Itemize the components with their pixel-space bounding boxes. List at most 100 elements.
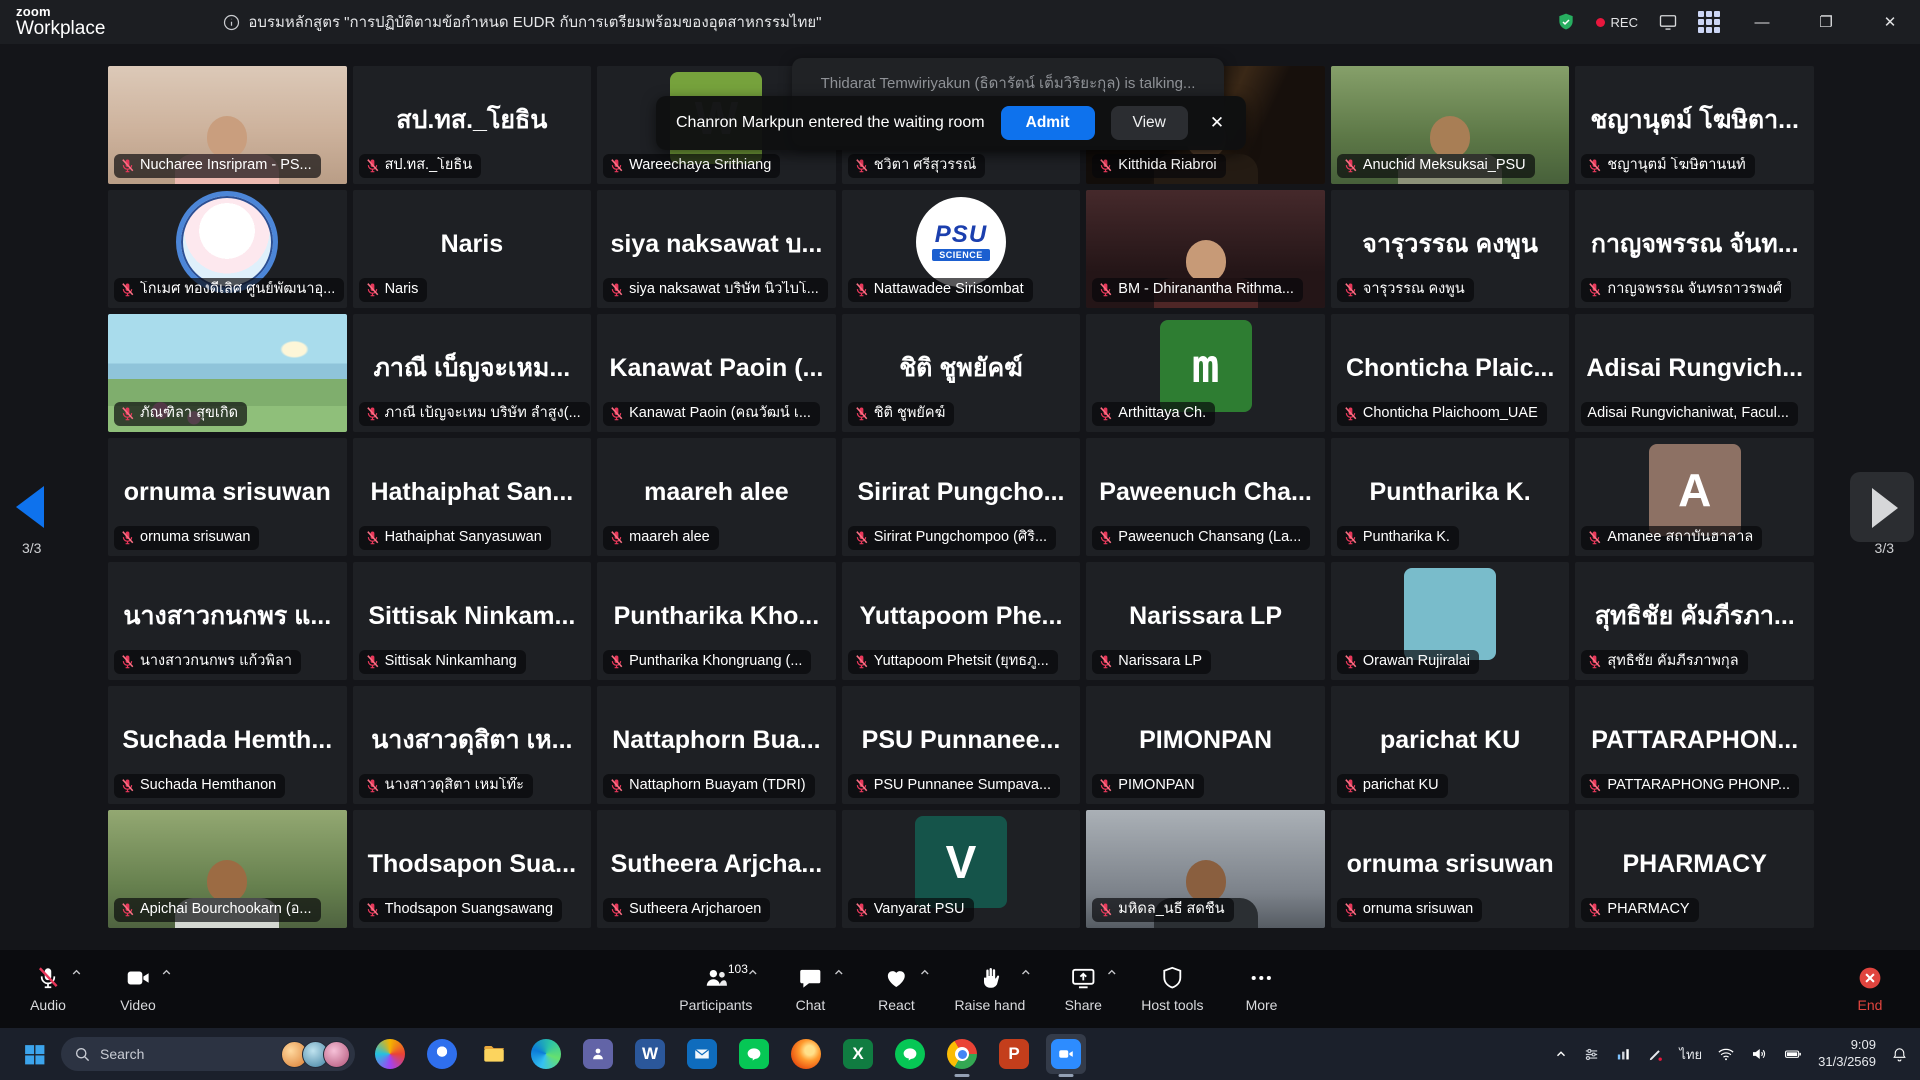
participant-tile[interactable]: ภาณี เบ็ญจะเหม...ภาณี เบ็ญจะเหม บริษัท ล… bbox=[353, 314, 592, 432]
participant-tile[interactable]: สุทธิชัย คัมภีรภา...สุทธิชัย คัมภีรภาพกุ… bbox=[1575, 562, 1814, 680]
performance-chart-icon[interactable] bbox=[1615, 1046, 1632, 1063]
participant-tile[interactable]: สป.ทส._โยธินสป.ทส._โยธิน bbox=[353, 66, 592, 184]
participant-tile[interactable]: Nattaphorn Bua...Nattaphorn Buayam (TDRI… bbox=[597, 686, 836, 804]
participant-tile[interactable]: parichat KUparichat KU bbox=[1331, 686, 1570, 804]
participant-tile[interactable]: PATTARAPHON...PATTARAPHONG PHONP... bbox=[1575, 686, 1814, 804]
participant-tile[interactable]: Adisai Rungvich...Adisai Rungvichaniwat,… bbox=[1575, 314, 1814, 432]
toolbar-audio-button[interactable]: Audio bbox=[20, 965, 76, 1013]
participant-tile[interactable]: กาญจพรรณ จันท...กาญจพรรณ จันทรถาวรพงศ์ bbox=[1575, 190, 1814, 308]
connected-devices-icon[interactable] bbox=[1658, 12, 1678, 32]
taskbar-app-line[interactable] bbox=[734, 1034, 774, 1074]
participant-tile[interactable]: ชญานุตม์ โฆษิตา...ชญานุตม์ โฆษิตานนท์ bbox=[1575, 66, 1814, 184]
participant-tile[interactable]: Anuchid Meksuksai_PSU bbox=[1331, 66, 1570, 184]
participant-tile[interactable]: NarisNaris bbox=[353, 190, 592, 308]
participant-tile[interactable]: PSU Punnanee...PSU Punnanee Sumpava... bbox=[842, 686, 1081, 804]
participant-tile[interactable]: ornuma srisuwanornuma srisuwan bbox=[1331, 810, 1570, 928]
participant-tile[interactable]: ornuma srisuwanornuma srisuwan bbox=[108, 438, 347, 556]
participant-tile[interactable]: Chonticha Plaic...Chonticha Plaichoom_UA… bbox=[1331, 314, 1570, 432]
participant-tile[interactable]: Kanawat Paoin (...Kanawat Paoin (คณวัฒน์… bbox=[597, 314, 836, 432]
chevron-up-icon[interactable] bbox=[833, 967, 844, 978]
toolbar-participants-button[interactable]: 103Participants bbox=[679, 965, 752, 1013]
notification-bell-icon[interactable] bbox=[1891, 1046, 1908, 1063]
participant-tile[interactable]: maareh aleemaareh alee bbox=[597, 438, 836, 556]
taskbar-app-powerpoint[interactable]: P bbox=[994, 1034, 1034, 1074]
taskbar-app-person-blue[interactable] bbox=[422, 1034, 462, 1074]
chevron-up-icon[interactable] bbox=[747, 967, 758, 978]
chevron-up-icon[interactable] bbox=[1106, 967, 1117, 978]
wifi-icon[interactable] bbox=[1717, 1045, 1735, 1063]
close-button[interactable]: ✕ bbox=[1868, 0, 1912, 44]
apps-grid-icon[interactable] bbox=[1698, 11, 1720, 33]
taskbar-app-word[interactable]: W bbox=[630, 1034, 670, 1074]
participant-tile[interactable]: มหิดล_นธี สดชื่น bbox=[1086, 810, 1325, 928]
minimize-button[interactable]: — bbox=[1740, 0, 1784, 44]
participant-tile[interactable]: นางสาวดุสิตา เห...นางสาวดุสิตา เหมโท๊ะ bbox=[353, 686, 592, 804]
participant-tile[interactable]: Sittisak Ninkam...Sittisak Ninkamhang bbox=[353, 562, 592, 680]
participant-tile[interactable]: Orawan Rujiralai bbox=[1331, 562, 1570, 680]
participant-tile[interactable]: Nucharee Insripram - PS... bbox=[108, 66, 347, 184]
participant-tile[interactable]: ชิติ ชูพยัคฆ์ชิติ ชูพยัคฆ์ bbox=[842, 314, 1081, 432]
participant-tile[interactable]: Yuttapoom Phe...Yuttapoom Phetsit (ยุทธภ… bbox=[842, 562, 1081, 680]
taskbar-app-firefox[interactable] bbox=[786, 1034, 826, 1074]
participant-tile[interactable]: BM - Dhiranantha Rithma... bbox=[1086, 190, 1325, 308]
participant-tile[interactable]: ภัณฑิลา สุขเกิด bbox=[108, 314, 347, 432]
taskbar-app-outlook[interactable] bbox=[682, 1034, 722, 1074]
participant-tile[interactable]: AAmanee สถาบันฮาลาล bbox=[1575, 438, 1814, 556]
participant-tile[interactable]: Puntharika Kho...Puntharika Khongruang (… bbox=[597, 562, 836, 680]
toast-close-icon[interactable]: ✕ bbox=[1204, 109, 1230, 137]
hidden-icons-chevron[interactable] bbox=[1554, 1047, 1568, 1061]
toolbar-raise-hand-button[interactable]: Raise hand bbox=[954, 965, 1025, 1013]
participant-tile[interactable]: VVanyarat PSU bbox=[842, 810, 1081, 928]
settings-sliders-icon[interactable] bbox=[1583, 1046, 1600, 1063]
participant-tile[interactable]: PIMONPANPIMONPAN bbox=[1086, 686, 1325, 804]
security-shield-icon[interactable] bbox=[1556, 12, 1576, 32]
toolbar-share-button[interactable]: Share bbox=[1055, 965, 1111, 1013]
taskbar-app-line-chat[interactable] bbox=[890, 1034, 930, 1074]
participant-tile[interactable]: Puntharika K.Puntharika K. bbox=[1331, 438, 1570, 556]
participant-tile[interactable]: Suchada Hemth...Suchada Hemthanon bbox=[108, 686, 347, 804]
volume-icon[interactable] bbox=[1750, 1045, 1768, 1063]
participant-tile[interactable]: PSUSCIENCENattawadee Sirisombat bbox=[842, 190, 1081, 308]
battery-icon[interactable] bbox=[1783, 1045, 1803, 1063]
taskbar-app-copilot[interactable] bbox=[370, 1034, 410, 1074]
chevron-up-icon[interactable] bbox=[71, 967, 82, 978]
participant-tile[interactable]: Narissara LPNarissara LP bbox=[1086, 562, 1325, 680]
toolbar-more-button[interactable]: More bbox=[1234, 965, 1290, 1013]
language-indicator[interactable]: ไทย bbox=[1679, 1044, 1702, 1065]
taskbar-app-edge[interactable] bbox=[526, 1034, 566, 1074]
participant-tile[interactable]: Thodsapon Sua...Thodsapon Suangsawang bbox=[353, 810, 592, 928]
participant-tile[interactable]: Paweenuch Cha...Paweenuch Chansang (La..… bbox=[1086, 438, 1325, 556]
taskbar-app-excel[interactable]: X bbox=[838, 1034, 878, 1074]
participant-tile[interactable]: Sirirat Pungcho...Sirirat Pungchompoo (ศ… bbox=[842, 438, 1081, 556]
participant-tile[interactable]: siya naksawat บ...siya naksawat บริษัท น… bbox=[597, 190, 836, 308]
taskbar-app-teams[interactable] bbox=[578, 1034, 618, 1074]
toolbar-end-button[interactable]: End bbox=[1842, 965, 1898, 1013]
chevron-up-icon[interactable] bbox=[1020, 967, 1031, 978]
participant-tile[interactable]: นางสาวกนกพร แ...นางสาวกนกพร แก้วพิลา bbox=[108, 562, 347, 680]
taskbar-app-file-explorer[interactable] bbox=[474, 1034, 514, 1074]
maximize-button[interactable]: ❐ bbox=[1804, 0, 1848, 44]
chevron-up-icon[interactable] bbox=[161, 967, 172, 978]
chevron-up-icon[interactable] bbox=[919, 967, 930, 978]
participant-tile[interactable]: โกเมศ ทองดีเลิศ ศูนย์พัฒนาอุ... bbox=[108, 190, 347, 308]
admit-button[interactable]: Admit bbox=[1001, 106, 1095, 140]
previous-page-arrow[interactable] bbox=[16, 486, 44, 528]
taskbar-clock[interactable]: 9:09 31/3/2569 bbox=[1818, 1037, 1876, 1071]
toolbar-chat-button[interactable]: Chat bbox=[782, 965, 838, 1013]
toolbar-video-button[interactable]: Video bbox=[110, 965, 166, 1013]
taskbar-app-zoom[interactable] bbox=[1046, 1034, 1086, 1074]
start-button[interactable] bbox=[22, 1042, 47, 1067]
taskbar-search[interactable]: Search bbox=[61, 1037, 355, 1071]
participant-tile[interactable]: mArthittaya Ch. bbox=[1086, 314, 1325, 432]
participant-tile[interactable]: Sutheera Arjcha...Sutheera Arjcharoen bbox=[597, 810, 836, 928]
taskbar-app-chrome[interactable] bbox=[942, 1034, 982, 1074]
toolbar-react-button[interactable]: React bbox=[868, 965, 924, 1013]
pen-input-icon[interactable] bbox=[1647, 1046, 1664, 1063]
toolbar-host-tools-button[interactable]: Host tools bbox=[1141, 965, 1203, 1013]
view-button[interactable]: View bbox=[1111, 106, 1188, 140]
participant-tile[interactable]: PHARMACYPHARMACY bbox=[1575, 810, 1814, 928]
participant-tile[interactable]: Apichai Bourchookarn (อ... bbox=[108, 810, 347, 928]
participant-tile[interactable]: Hathaiphat San...Hathaiphat Sanyasuwan bbox=[353, 438, 592, 556]
participant-tile[interactable]: จารุวรรณ คงพูนจารุวรรณ คงพูน bbox=[1331, 190, 1570, 308]
next-page-arrow[interactable] bbox=[1872, 488, 1898, 528]
